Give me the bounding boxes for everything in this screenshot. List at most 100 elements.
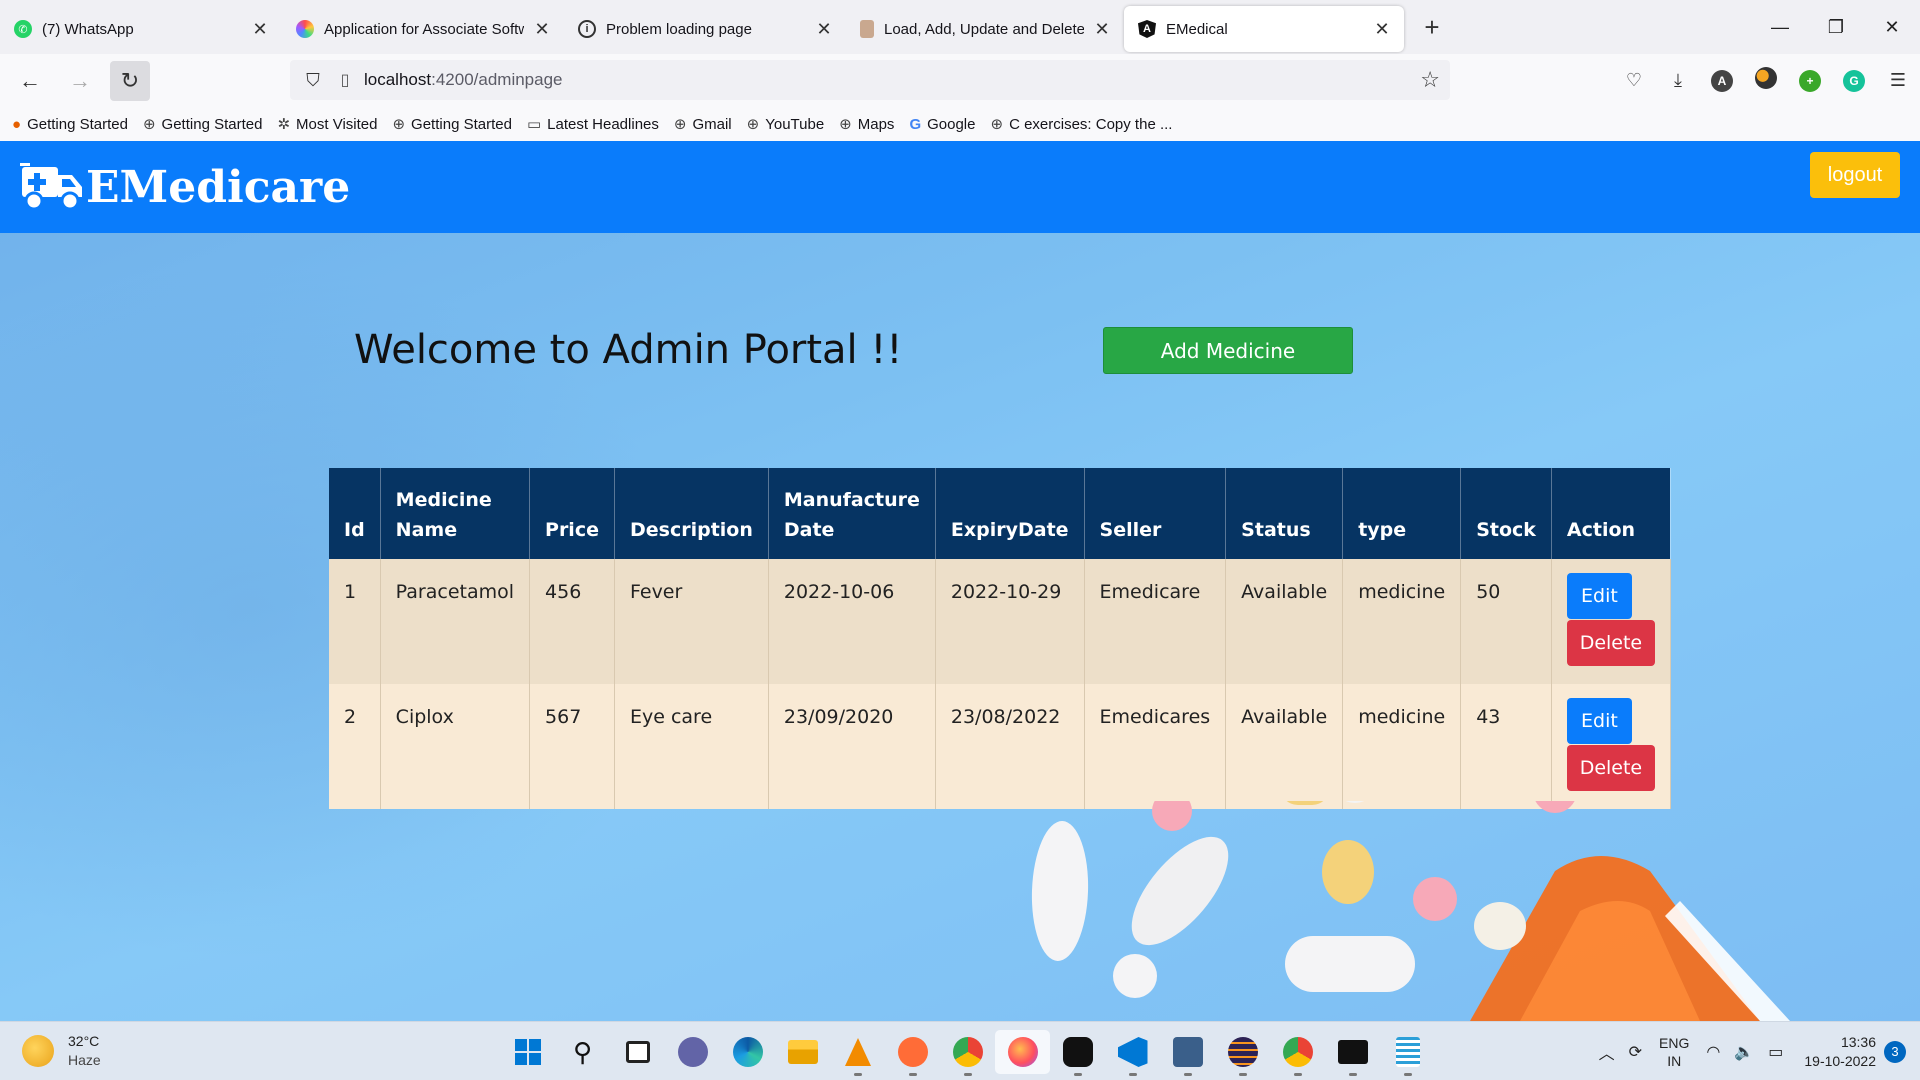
bookmark-label: YouTube	[765, 115, 825, 133]
edit-button[interactable]: Edit	[1566, 698, 1632, 744]
grammarly-icon[interactable]: G	[1832, 69, 1876, 92]
chevron-up-icon[interactable]: ︿	[1599, 1040, 1615, 1064]
bookmark-item[interactable]: ⊕ Gmail	[674, 115, 732, 134]
download-icon[interactable]: ⤓	[1656, 70, 1700, 91]
menu-icon[interactable]: ☰	[1876, 70, 1920, 91]
cell-expiry-date: 2022-10-29	[935, 559, 1085, 684]
firefox-taskbar-icon[interactable]	[995, 1030, 1050, 1074]
table-row: 1 Paracetamol 456 Fever 2022-10-06 2022-…	[329, 559, 1671, 684]
cell-action: Edit Delete	[1551, 559, 1671, 684]
url-path: :4200/adminpage	[431, 70, 563, 89]
column-header: Price	[529, 468, 615, 559]
tab-load-add-update[interactable]: Load, Add, Update and Delete T ✕	[846, 6, 1124, 52]
url-text[interactable]: localhost:4200/adminpage	[364, 70, 563, 90]
edit-button[interactable]: Edit	[1566, 573, 1632, 619]
clock-date: 19-10-2022	[1804, 1052, 1876, 1069]
extension-icon[interactable]	[1744, 67, 1788, 94]
bookmark-item[interactable]: ● Getting Started	[12, 116, 128, 133]
webex-icon[interactable]	[1050, 1030, 1105, 1076]
sts-icon[interactable]	[1160, 1030, 1215, 1076]
weather-temperature: 32°C	[68, 1033, 100, 1049]
clock[interactable]: 13:36 19-10-2022	[1804, 1033, 1876, 1071]
eclipse-icon[interactable]	[1215, 1030, 1270, 1076]
chrome-icon[interactable]	[940, 1030, 995, 1076]
cell-id: 2	[329, 684, 381, 809]
close-icon[interactable]: ✕	[814, 19, 834, 40]
windows-start-icon[interactable]	[500, 1030, 555, 1074]
site-icon	[860, 20, 874, 38]
bookmark-item[interactable]: ⊕ Maps	[839, 115, 894, 134]
cell-type: medicine	[1342, 559, 1462, 684]
pocket-icon[interactable]: ♡	[1612, 70, 1656, 91]
tab-problem-loading[interactable]: i Problem loading page ✕	[564, 6, 846, 52]
terminal-icon[interactable]	[1325, 1030, 1380, 1076]
page-viewport: EMedicare logout Welcome to Admin Portal…	[0, 141, 1920, 1021]
minimize-icon[interactable]: —	[1752, 0, 1808, 54]
globe-icon: ⊕	[746, 116, 760, 133]
wifi-icon[interactable]: ◠	[1706, 1042, 1720, 1062]
tab-emedical[interactable]: A EMedical ✕	[1124, 6, 1404, 52]
address-bar[interactable]: ⛉ ▯ localhost:4200/adminpage ☆	[290, 60, 1450, 100]
notepad-icon[interactable]	[1380, 1030, 1435, 1076]
system-tray: ︿ ⟳ ENG IN ◠ 🔈 ▭ 13:36 19-10-2022 3	[1592, 1022, 1920, 1080]
brand[interactable]: EMedicare	[20, 159, 350, 215]
task-view-icon[interactable]	[610, 1030, 665, 1074]
close-window-icon[interactable]: ✕	[1864, 0, 1920, 54]
volume-icon[interactable]: 🔈	[1734, 1042, 1754, 1062]
language-indicator[interactable]: ENG IN	[1659, 1034, 1689, 1070]
table-header-row: Id Medicine Name Price Description Manuf…	[329, 468, 1671, 559]
forward-icon[interactable]: →	[60, 61, 100, 101]
delete-button[interactable]: Delete	[1566, 620, 1655, 666]
tab-title: (7) WhatsApp	[42, 20, 134, 38]
truck-icon	[20, 163, 82, 211]
vscode-icon[interactable]	[1105, 1030, 1160, 1076]
delete-button[interactable]: Delete	[1566, 745, 1655, 791]
bookmark-item[interactable]: ▭ Latest Headlines	[526, 115, 659, 134]
edge-icon[interactable]	[720, 1030, 775, 1074]
bookmark-item[interactable]: ⊕ C exercises: Copy the ...	[990, 115, 1172, 134]
file-explorer-icon[interactable]	[775, 1030, 830, 1074]
chrome-icon[interactable]	[1270, 1030, 1325, 1076]
tab-whatsapp[interactable]: ✆ (7) WhatsApp ✕	[0, 6, 282, 52]
close-icon[interactable]: ✕	[1092, 19, 1112, 40]
close-icon[interactable]: ✕	[1372, 19, 1392, 40]
bookmark-item[interactable]: ⊕ YouTube	[746, 115, 825, 134]
folder-icon: ▭	[526, 116, 542, 133]
column-header: type	[1342, 468, 1462, 559]
add-extension-icon[interactable]: +	[1788, 69, 1832, 92]
bookmark-item[interactable]: G Google	[909, 116, 975, 133]
weather-widget[interactable]: 32°C Haze	[22, 1032, 101, 1070]
close-icon[interactable]: ✕	[532, 19, 552, 40]
teams-chat-icon[interactable]	[665, 1030, 720, 1074]
firefox-icon: ●	[12, 115, 22, 133]
new-tab-button[interactable]: +	[1418, 12, 1446, 43]
table-row: 2 Ciplox 567 Eye care 23/09/2020 23/08/2…	[329, 684, 1671, 809]
column-header: Medicine Name	[380, 468, 531, 559]
shield-icon[interactable]: ⛉	[296, 70, 330, 91]
account-icon[interactable]: A	[1700, 69, 1744, 92]
bookmark-item[interactable]: ⊕ Getting Started	[392, 115, 511, 134]
page-icon[interactable]: ▯	[330, 70, 360, 90]
logout-button[interactable]: logout	[1810, 152, 1900, 198]
cell-seller: Emedicare	[1084, 559, 1227, 684]
bookmark-item[interactable]: ⊕ Getting Started	[143, 115, 262, 134]
bookmark-item[interactable]: ✲ Most Visited	[277, 115, 377, 134]
add-medicine-button[interactable]: Add Medicine	[1103, 327, 1353, 374]
back-icon[interactable]: ←	[10, 61, 50, 101]
bookmark-label: Gmail	[692, 115, 732, 133]
cell-id: 1	[329, 559, 381, 684]
tab-application[interactable]: Application for Associate Software ✕	[282, 6, 564, 52]
postman-icon[interactable]	[885, 1030, 940, 1076]
cell-manufacture-date: 2022-10-06	[768, 559, 936, 684]
battery-icon[interactable]: ▭	[1768, 1042, 1783, 1062]
restore-icon[interactable]: ❐	[1808, 0, 1864, 54]
column-header: ExpiryDate	[935, 468, 1085, 559]
bookmark-star-icon[interactable]: ☆	[1420, 67, 1440, 93]
notification-badge[interactable]: 3	[1884, 1040, 1906, 1063]
close-icon[interactable]: ✕	[250, 19, 270, 40]
whatsapp-icon: ✆	[14, 20, 32, 38]
reload-icon[interactable]: ↻	[110, 60, 150, 101]
sync-icon[interactable]: ⟳	[1629, 1042, 1642, 1062]
search-icon[interactable]: ⚲	[555, 1030, 610, 1074]
vlc-icon[interactable]	[830, 1030, 885, 1076]
